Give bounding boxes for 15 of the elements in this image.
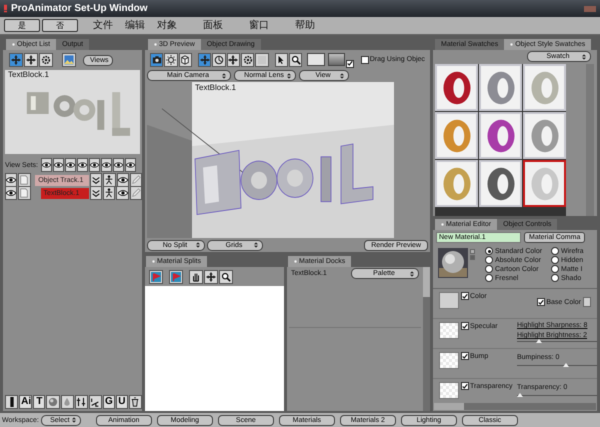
viewport-label: TextBlock.1 [195, 84, 236, 92]
preview-label: TextBlock.1 [8, 71, 49, 79]
menu-item[interactable]: 面板 [200, 20, 226, 30]
menu-item[interactable]: 编辑 [122, 20, 148, 30]
tool-button[interactable]: Ai [19, 395, 32, 409]
tool-button[interactable]: G [102, 395, 115, 409]
menu-item[interactable]: 对象 [154, 20, 180, 30]
dialog-button[interactable]: 是 [4, 19, 40, 32]
dialog-button[interactable]: 否 [42, 19, 78, 32]
window-title: ProAnimator Set-Up Window [11, 4, 148, 14]
tool-button[interactable]: T [33, 395, 46, 409]
tool-button[interactable]: U [116, 395, 128, 409]
menu-item[interactable]: 窗口 [246, 20, 272, 30]
menu-item[interactable]: 帮助 [292, 20, 318, 30]
menu-item[interactable]: 文件 [90, 20, 116, 30]
